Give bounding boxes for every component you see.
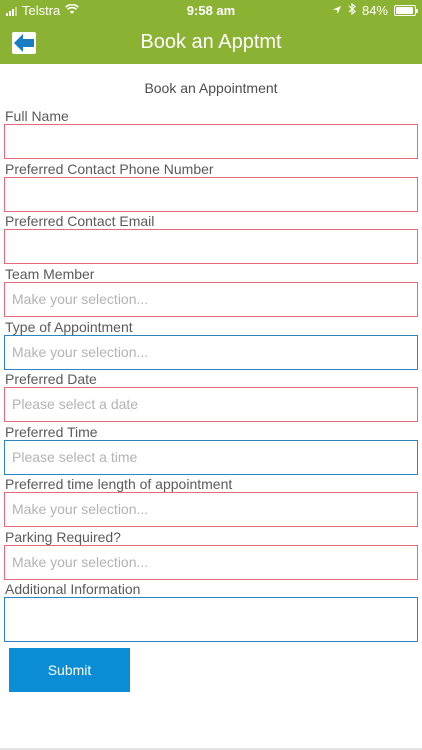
status-right: 84%	[332, 2, 418, 18]
battery-icon	[394, 5, 418, 16]
appointment-type-label: Type of Appointment	[5, 319, 133, 335]
preferred-time-label: Preferred Time	[5, 424, 98, 440]
appointment-type-select[interactable]: Make your selection...	[4, 335, 418, 370]
additional-info-textarea[interactable]	[4, 597, 418, 642]
time-length-label: Preferred time length of appointment	[5, 476, 233, 492]
preferred-time-picker[interactable]: Please select a time	[4, 440, 418, 475]
page-title: Book an Apptmt	[140, 31, 282, 53]
phone-input[interactable]	[4, 177, 418, 212]
full-name-input[interactable]	[4, 124, 418, 159]
submit-button[interactable]: Submit	[9, 648, 130, 692]
team-member-select[interactable]: Make your selection...	[4, 282, 418, 317]
bluetooth-icon	[348, 2, 356, 18]
preferred-date-picker[interactable]: Please select a date	[4, 387, 418, 422]
email-input[interactable]	[4, 229, 418, 264]
additional-info-label: Additional Information	[5, 581, 141, 597]
time-length-select[interactable]: Make your selection...	[4, 492, 418, 527]
team-member-label: Team Member	[5, 266, 95, 282]
form-title: Book an Appointment	[144, 80, 278, 96]
battery-percent: 84%	[361, 3, 388, 18]
phone-label: Preferred Contact Phone Number	[5, 161, 214, 177]
app-header: Telstra 9:58 am 84% Book an Apptmt	[0, 0, 422, 64]
full-name-label: Full Name	[5, 108, 69, 124]
status-bar: Telstra 9:58 am 84%	[0, 0, 422, 22]
preferred-date-label: Preferred Date	[5, 371, 97, 387]
email-label: Preferred Contact Email	[5, 213, 155, 229]
parking-select[interactable]: Make your selection...	[4, 545, 418, 580]
location-icon	[332, 3, 342, 18]
parking-label: Parking Required?	[5, 529, 121, 545]
